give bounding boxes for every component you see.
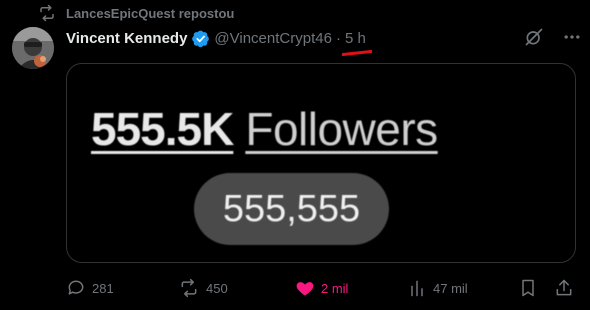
timestamp[interactable]: 5 h [341, 29, 372, 56]
media-image[interactable]: 555.5K Followers 555,555 [66, 63, 576, 263]
tweet-header: Vincent Kennedy @VincentCrypt46 · 5 h [66, 27, 372, 56]
like-button[interactable]: 2 mil [295, 276, 348, 300]
followers-label: Followers [245, 103, 438, 155]
follower-count-pill: 555,555 [194, 173, 389, 245]
views-button[interactable]: 47 mil [407, 276, 468, 300]
bookmark-icon [522, 279, 534, 297]
avatar[interactable] [12, 27, 54, 69]
repost-icon [38, 4, 56, 22]
heart-icon [296, 282, 314, 296]
more-options-icon[interactable] [562, 27, 582, 47]
repost-button[interactable]: 450 [178, 276, 228, 300]
handle[interactable]: @VincentCrypt46 [214, 30, 332, 47]
follower-count-exact: 555,555 [222, 187, 361, 230]
follower-count-headline: 555.5K [91, 103, 234, 155]
share-icon [556, 279, 572, 296]
share-button[interactable] [554, 276, 574, 300]
bookmark-button[interactable] [518, 276, 538, 300]
display-name[interactable]: Vincent Kennedy [66, 30, 187, 47]
timestamp-text: 5 h [344, 29, 366, 47]
red-underline-annotation [341, 49, 372, 56]
repost-action-icon [181, 278, 197, 298]
reply-icon [68, 280, 84, 295]
verified-badge-icon[interactable] [191, 29, 210, 48]
separator-dot: · [335, 29, 341, 47]
like-count: 2 mil [321, 280, 349, 296]
repost-text[interactable]: LancesEpicQuest repostou [66, 6, 234, 21]
views-chart-icon [411, 280, 423, 297]
repost-header[interactable]: LancesEpicQuest repostou [38, 4, 234, 22]
repost-count: 450 [206, 280, 228, 296]
follower-headline: 555.5K Followers [91, 102, 438, 156]
reply-button[interactable]: 281 [66, 276, 114, 300]
grok-icon[interactable] [524, 27, 544, 47]
action-bar: 281 450 2 mil 47 mil [66, 276, 576, 300]
reply-count: 281 [92, 280, 114, 296]
views-count: 47 mil [433, 280, 468, 296]
